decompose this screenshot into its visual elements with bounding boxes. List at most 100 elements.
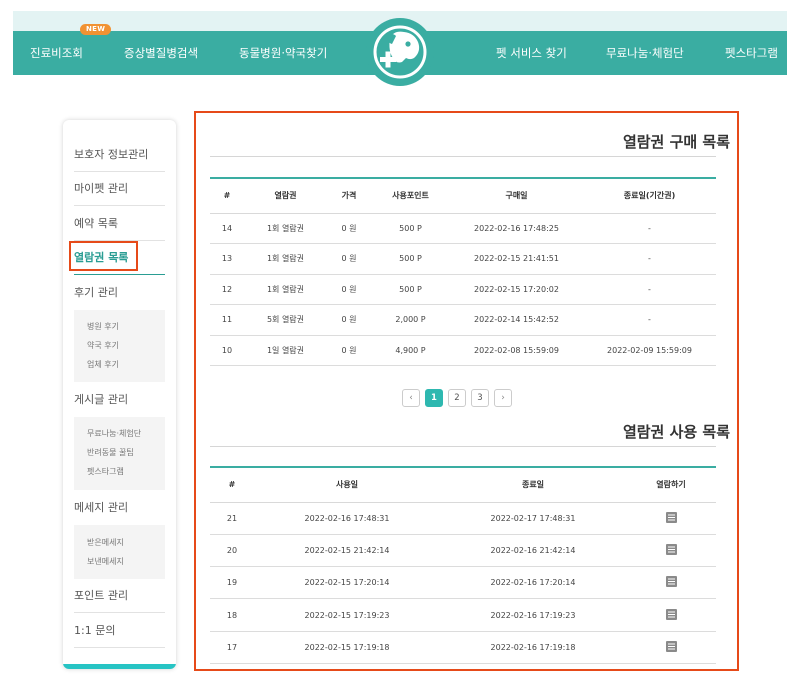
submenu-business-review[interactable]: 업체 후기 xyxy=(87,355,165,374)
document-icon[interactable] xyxy=(665,640,677,654)
posts-submenu: 무료나눔·체험단 반려동물 꿀팁 펫스타그램 xyxy=(74,417,165,490)
col-header-pass: 열람권 xyxy=(244,178,327,214)
table-row: 13 1회 열람권 0 원 500 P 2022-02-15 21:41:51 … xyxy=(210,243,716,275)
table-row: 11 5회 열람권 0 원 2,000 P 2022-02-14 15:42:5… xyxy=(210,304,716,336)
purchase-title-divider xyxy=(210,156,716,157)
sidebar-accent-bar xyxy=(63,664,176,669)
cell-price: 0 원 xyxy=(327,304,371,336)
cell-price: 0 원 xyxy=(327,213,371,244)
sidebar-item-posts[interactable]: 게시글 관리 xyxy=(74,383,165,417)
cell-price: 0 원 xyxy=(327,335,371,366)
sidebar-item-mypet[interactable]: 마이펫 관리 xyxy=(74,172,165,206)
submenu-petstagram[interactable]: 펫스타그램 xyxy=(87,462,165,481)
cell-end-date: - xyxy=(583,274,716,305)
pagination: ‹ 1 2 3 › xyxy=(402,389,512,407)
nav-petstagram[interactable]: 펫스타그램 xyxy=(725,31,778,75)
nav-symptom-search[interactable]: 증상별질병검색 xyxy=(124,31,198,75)
submenu-pet-tips[interactable]: 반려동물 꿀팁 xyxy=(87,443,165,462)
cell-end-date: 2022-02-16 17:20:14 xyxy=(440,566,626,600)
cell-end-date: 2022-02-16 17:19:18 xyxy=(440,631,626,664)
cell-purchase-date: 2022-02-14 15:42:52 xyxy=(450,304,583,336)
col-header-number: # xyxy=(210,178,244,214)
col-header-number: # xyxy=(210,467,254,503)
submenu-pharmacy-review[interactable]: 약국 후기 xyxy=(87,336,165,355)
nav-hospital-pharmacy[interactable]: 동물병원·약국찾기 xyxy=(239,31,327,75)
cell-purchase-date: 2022-02-15 21:41:51 xyxy=(450,243,583,275)
col-header-purchase-date: 구매일 xyxy=(450,178,583,214)
document-icon[interactable] xyxy=(665,576,677,589)
sidebar-item-messages[interactable]: 메세지 관리 xyxy=(74,491,165,525)
table-row: 19 2022-02-15 17:20:14 2022-02-16 17:20:… xyxy=(210,566,716,600)
cell-pass: 1회 열람권 xyxy=(244,274,327,305)
cell-price: 0 원 xyxy=(327,243,371,275)
sidebar-item-reviews[interactable]: 후기 관리 xyxy=(74,276,165,310)
table-row: 18 2022-02-15 17:19:23 2022-02-16 17:19:… xyxy=(210,598,716,632)
table-row: 14 1회 열람권 0 원 500 P 2022-02-16 17:48:25 … xyxy=(210,213,716,244)
submenu-sent-messages[interactable]: 보낸메세지 xyxy=(87,552,165,571)
col-header-view: 열람하기 xyxy=(626,467,716,503)
cell-points: 500 P xyxy=(371,213,450,244)
pagination-page-1[interactable]: 1 xyxy=(425,389,443,407)
table-row: 21 2022-02-16 17:48:31 2022-02-17 17:48:… xyxy=(210,502,716,535)
cell-use-date: 2022-02-15 17:19:23 xyxy=(254,598,440,632)
reviews-submenu: 병원 후기 약국 후기 업체 후기 xyxy=(74,310,165,382)
purchase-table-header: # 열람권 가격 사용포인트 구매일 종료일(기간권) xyxy=(210,178,716,214)
cell-use-date: 2022-02-15 21:42:14 xyxy=(254,534,440,568)
col-header-end-date: 종료일(기간권) xyxy=(583,178,716,214)
cell-end-date: 2022-02-16 21:42:14 xyxy=(440,534,626,568)
new-badge: NEW xyxy=(80,24,112,35)
usage-table: # 사용일 종료일 열람하기 21 2022-02-16 17:48:31 20… xyxy=(210,466,716,664)
cell-pass: 1회 열람권 xyxy=(244,213,327,244)
highlight-box-sidebar xyxy=(69,241,138,271)
cell-end-date: 2022-02-09 15:59:09 xyxy=(583,335,716,366)
cell-use-date: 2022-02-15 17:20:14 xyxy=(254,566,440,600)
table-row: 12 1회 열람권 0 원 500 P 2022-02-15 17:20:02 … xyxy=(210,274,716,305)
nav-pet-service[interactable]: 펫 서비스 찾기 xyxy=(496,31,567,75)
usage-title-divider xyxy=(210,446,716,447)
pagination-prev-button[interactable]: ‹ xyxy=(402,389,420,407)
col-header-points: 사용포인트 xyxy=(371,178,450,214)
sidebar-item-guardian-info[interactable]: 보호자 정보관리 xyxy=(74,138,165,172)
purchase-list-title: 열람권 구매 목록 xyxy=(622,133,730,151)
cell-number: 14 xyxy=(210,213,244,244)
cell-pass: 1회 열람권 xyxy=(244,243,327,275)
cell-number: 21 xyxy=(210,502,254,535)
cell-number: 18 xyxy=(210,598,254,632)
cell-number: 11 xyxy=(210,304,244,336)
purchase-table: # 열람권 가격 사용포인트 구매일 종료일(기간권) 14 1회 열람권 0 … xyxy=(210,177,716,366)
pagination-page-3[interactable]: 3 xyxy=(471,389,489,407)
submenu-free-sharing[interactable]: 무료나눔·체험단 xyxy=(87,424,165,443)
sidebar-item-points[interactable]: 포인트 관리 xyxy=(74,579,165,613)
pet-cross-logo-icon[interactable] xyxy=(366,18,434,86)
document-icon[interactable] xyxy=(665,608,677,622)
cell-points: 500 P xyxy=(371,243,450,275)
document-icon[interactable] xyxy=(665,511,677,525)
pagination-next-button[interactable]: › xyxy=(494,389,512,407)
nav-free-sharing[interactable]: 무료나눔·체험단 xyxy=(606,31,684,75)
cell-points: 4,900 P xyxy=(371,335,450,366)
cell-number: 17 xyxy=(210,631,254,664)
cell-purchase-date: 2022-02-16 17:48:25 xyxy=(450,213,583,244)
sidebar-item-inquiry[interactable]: 1:1 문의 xyxy=(74,614,165,648)
cell-number: 12 xyxy=(210,274,244,305)
cell-purchase-date: 2022-02-08 15:59:09 xyxy=(450,335,583,366)
cell-number: 19 xyxy=(210,566,254,600)
submenu-hospital-review[interactable]: 병원 후기 xyxy=(87,317,165,336)
cell-end-date: 2022-02-16 17:19:23 xyxy=(440,598,626,632)
cell-purchase-date: 2022-02-15 17:20:02 xyxy=(450,274,583,305)
table-row: 17 2022-02-15 17:19:18 2022-02-16 17:19:… xyxy=(210,631,716,664)
cell-points: 500 P xyxy=(371,274,450,305)
cell-number: 20 xyxy=(210,534,254,568)
cell-number: 13 xyxy=(210,243,244,275)
sidebar-item-reservations[interactable]: 예약 목록 xyxy=(74,207,165,241)
document-icon[interactable] xyxy=(665,543,677,557)
cell-end-date: 2022-02-17 17:48:31 xyxy=(440,502,626,535)
cell-end-date: - xyxy=(583,213,716,244)
table-row: 10 1일 열람권 0 원 4,900 P 2022-02-08 15:59:0… xyxy=(210,335,716,366)
pagination-page-2[interactable]: 2 xyxy=(448,389,466,407)
submenu-received-messages[interactable]: 받은메세지 xyxy=(87,533,165,552)
nav-cost-lookup[interactable]: 진료비조회 NEW xyxy=(30,24,112,75)
usage-table-header: # 사용일 종료일 열람하기 xyxy=(210,467,716,503)
col-header-use-date: 사용일 xyxy=(254,467,440,503)
cell-number: 10 xyxy=(210,335,244,366)
